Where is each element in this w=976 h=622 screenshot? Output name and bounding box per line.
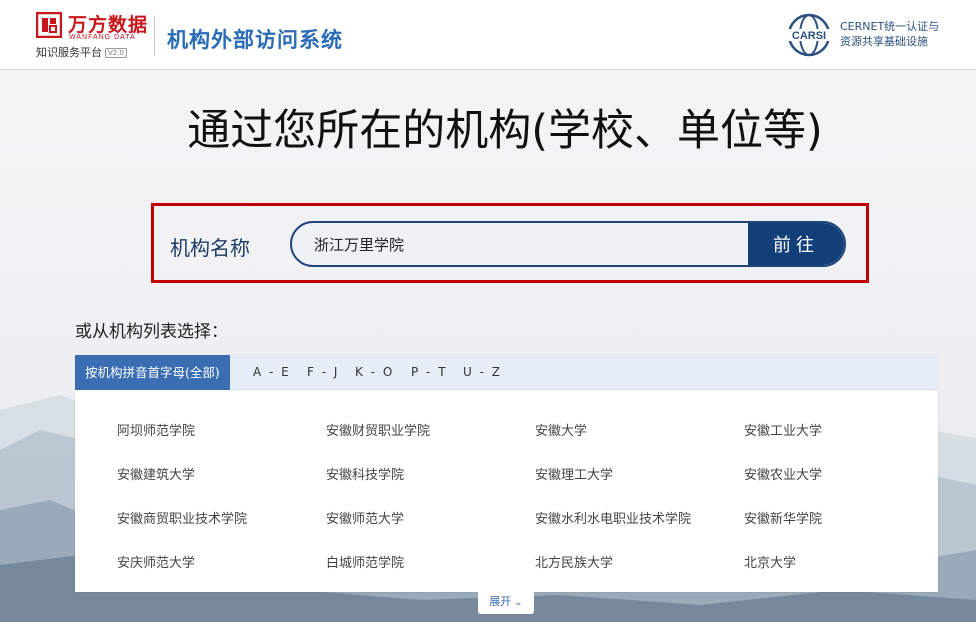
go-button[interactable]: 前往	[748, 223, 844, 265]
institution-item[interactable]: 安徽理工大学	[535, 464, 613, 483]
tab-k-o[interactable]: K - O	[355, 355, 394, 390]
chevron-double-down-icon: ⌄	[514, 597, 523, 608]
carsi-line-1: CERNET统一认证与	[840, 20, 940, 33]
institution-item[interactable]: 安徽农业大学	[744, 464, 822, 483]
header-divider	[154, 16, 155, 56]
institution-item[interactable]: 安徽商贸职业技术学院	[117, 508, 247, 527]
brand-subtitle-text: 知识服务平台	[36, 46, 102, 59]
institution-item[interactable]: 安徽师范大学	[326, 508, 404, 527]
institution-item[interactable]: 白城师范学院	[326, 552, 404, 571]
brand-subtitle: 知识服务平台 V2.0	[36, 44, 127, 60]
institution-item[interactable]: 北方民族大学	[535, 552, 613, 571]
letter-tabs: 按机构拼音首字母(全部) A - E F - J K - O P - T U -…	[75, 355, 938, 390]
top-header: 万方数据 WANFANG DATA 知识服务平台 V2.0 机构外部访问系统 CA…	[0, 0, 976, 70]
version-tag: V2.0	[105, 48, 127, 58]
search-highlight-frame: 机构名称 前往	[151, 203, 869, 283]
carsi-globe-icon[interactable]: CARSI	[786, 12, 832, 58]
tab-all[interactable]: 按机构拼音首字母(全部)	[75, 355, 230, 390]
institution-item[interactable]: 安徽水利水电职业技术学院	[535, 508, 691, 527]
institution-item[interactable]: 北京大学	[744, 552, 796, 571]
search-label: 机构名称	[170, 236, 250, 260]
institution-item[interactable]: 安徽建筑大学	[117, 464, 195, 483]
carsi-description: CERNET统一认证与 资源共享基础设施	[840, 19, 939, 49]
institution-item[interactable]: 安徽大学	[535, 420, 587, 439]
brand-name: 万方数据	[68, 14, 149, 36]
carsi-logo-text: CARSI	[792, 30, 826, 42]
list-intro: 或从机构列表选择：	[75, 322, 228, 342]
main-content: 通过您所在的机构(学校、单位等) 机构名称 前往 或从机构列表选择： 按机构拼音…	[0, 70, 976, 622]
carsi-line-2: 资源共享基础设施	[840, 35, 928, 48]
expand-label: 展开	[489, 595, 512, 608]
wanfang-logo[interactable]: 万方数据 WANFANG DATA 知识服务平台 V2.0	[36, 10, 148, 60]
tab-f-j[interactable]: F - J	[307, 355, 339, 390]
tab-u-z[interactable]: U - Z	[463, 355, 502, 390]
institution-list-panel: 按机构拼音首字母(全部) A - E F - J K - O P - T U -…	[75, 355, 938, 592]
institution-item[interactable]: 阿坝师范学院	[117, 420, 195, 439]
institution-item[interactable]: 安徽新华学院	[744, 508, 822, 527]
expand-button[interactable]: 展开 ⌄	[478, 592, 534, 614]
brand-name-en: WANFANG DATA	[69, 34, 136, 41]
institution-search-input[interactable]	[292, 223, 750, 265]
search-box: 前往	[290, 221, 846, 267]
page-title: 通过您所在的机构(学校、单位等)	[187, 106, 823, 156]
system-title: 机构外部访问系统	[167, 28, 343, 52]
tab-a-e[interactable]: A - E	[253, 355, 291, 390]
institution-item[interactable]: 安徽科技学院	[326, 464, 404, 483]
wanfang-mark-icon	[36, 12, 62, 38]
institution-item[interactable]: 安庆师范大学	[117, 552, 195, 571]
institution-item[interactable]: 安徽工业大学	[744, 420, 822, 439]
institution-item[interactable]: 安徽财贸职业学院	[326, 420, 430, 439]
tab-p-t[interactable]: P - T	[411, 355, 448, 390]
